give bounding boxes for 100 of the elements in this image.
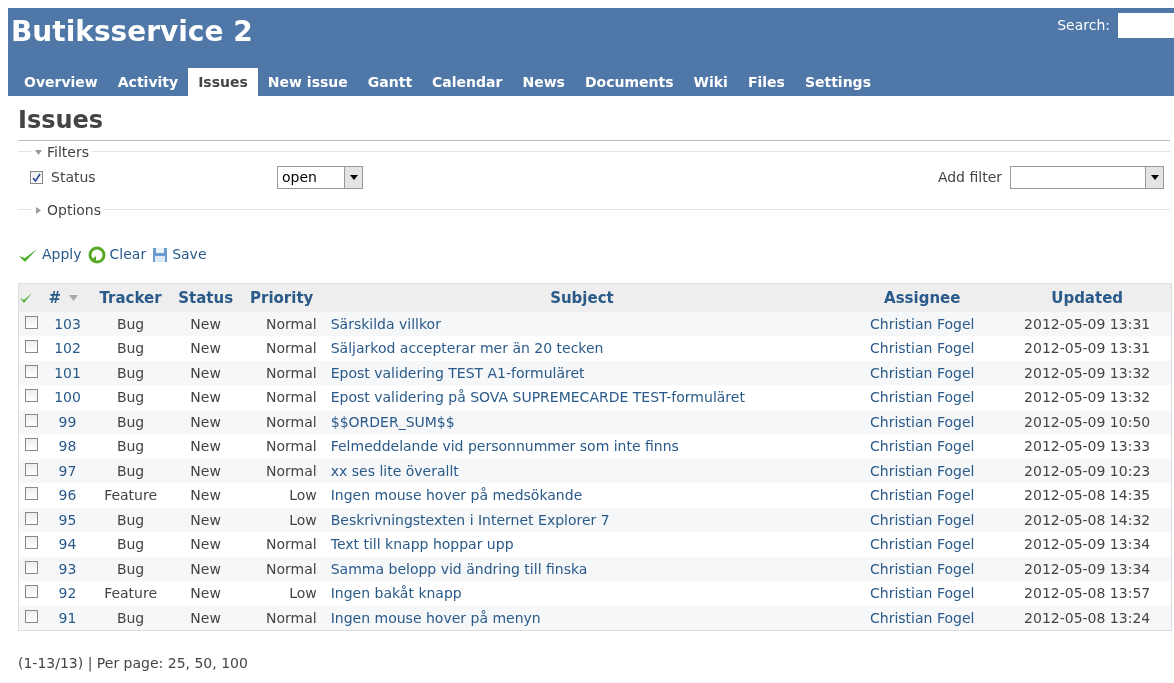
priority-cell: Low [289, 511, 317, 528]
issue-title-link[interactable]: xx ses lite överallt [330, 462, 459, 479]
checkbox[interactable] [25, 585, 39, 599]
timestamp-cell: 2012-05-09 13:31 [1024, 340, 1151, 357]
tracker-cell: Bug [116, 340, 145, 357]
checkbox[interactable] [25, 315, 39, 329]
column-header-link[interactable]: Status [178, 286, 234, 310]
issue-title-link[interactable]: Felmeddelande vid personnummer som inte finns [330, 438, 679, 455]
sort-arrow-icon[interactable] [69, 295, 79, 301]
user-name-link[interactable]: Christian Fogel [870, 364, 975, 381]
priority-cell: Low [289, 487, 317, 504]
checkbox[interactable] [25, 364, 39, 378]
tracker-cell: Bug [116, 413, 145, 430]
user-name-link[interactable]: Christian Fogel [870, 438, 975, 455]
user-name-link[interactable]: Christian Fogel [870, 340, 975, 357]
user-name-link[interactable]: Christian Fogel [870, 536, 975, 553]
issue-id-link[interactable]: 100 [54, 389, 81, 406]
checkbox[interactable] [25, 340, 39, 354]
issue-title-link[interactable]: Säljarkod accepterar mer än 20 tecken [330, 340, 604, 357]
issue-id-link[interactable]: 101 [54, 364, 81, 381]
checkbox[interactable] [25, 462, 39, 476]
issue-title-link[interactable]: Särskilda villkor [330, 315, 441, 332]
user-name-link[interactable]: Christian Fogel [870, 585, 975, 602]
status-select[interactable]: open [277, 166, 363, 189]
check-all-icon[interactable] [19, 291, 33, 304]
checkbox[interactable] [25, 609, 39, 623]
column-header-link[interactable]: Updated [1051, 286, 1124, 310]
nav-tab[interactable]: Wiki [683, 68, 738, 96]
tracker-cell: Feature [104, 487, 158, 504]
checkbox[interactable] [25, 487, 39, 501]
nav-tab[interactable]: Gantt [357, 68, 423, 96]
nav-tab[interactable]: News [512, 68, 575, 96]
nav-tab[interactable]: Activity [107, 68, 189, 96]
action-link[interactable]: Save [172, 244, 207, 265]
column-header-link[interactable]: Subject [550, 286, 614, 310]
checkbox[interactable] [30, 171, 43, 184]
column-header-link[interactable]: Tracker [99, 286, 162, 310]
issue-id-link[interactable]: 92 [58, 585, 77, 602]
issue-title-link[interactable]: $$ORDER_SUM$$ [330, 413, 455, 430]
issue-title-link[interactable]: Ingen mouse hover på menyn [330, 609, 541, 626]
issue-id-link[interactable]: 97 [58, 462, 77, 479]
nav-tab[interactable]: New issue [257, 68, 358, 96]
status-cell: New [190, 364, 221, 381]
issue-title-link[interactable]: Ingen bakåt knapp [330, 585, 462, 602]
issue-id-link[interactable]: 95 [58, 511, 77, 528]
nav-tab[interactable]: Documents [574, 68, 684, 96]
column-header-link[interactable]: Priority [250, 286, 314, 310]
issue-title-link[interactable]: Epost validering på SOVA SUPREMECARDE TEST-formuläret [330, 389, 745, 406]
status-cell: New [190, 560, 221, 577]
checkbox[interactable] [25, 511, 39, 525]
issue-id-link[interactable]: 99 [58, 413, 77, 430]
collapse-arrow-icon[interactable] [34, 148, 43, 157]
checkbox[interactable] [25, 413, 39, 427]
action-link[interactable]: Apply [42, 244, 82, 265]
issue-title-link[interactable]: Beskrivningstexten i Internet Explorer 7 [330, 511, 610, 528]
options-legend[interactable]: Options [47, 200, 102, 221]
nav-tab[interactable]: Issues [188, 68, 258, 96]
timestamp-cell: 2012-05-09 13:32 [1024, 389, 1151, 406]
user-name-link[interactable]: Christian Fogel [870, 609, 975, 626]
issue-title-link[interactable]: Ingen mouse hover på medsökande [330, 487, 583, 504]
priority-cell: Normal [266, 438, 317, 455]
issue-title-link[interactable]: Epost validering TEST A1-formuläret [330, 364, 585, 381]
checkbox[interactable] [25, 389, 39, 403]
user-name-link[interactable]: Christian Fogel [870, 487, 975, 504]
add-filter-select[interactable] [1010, 166, 1164, 189]
user-name-link[interactable]: Christian Fogel [870, 560, 975, 577]
action-link[interactable]: Clear [109, 244, 147, 265]
checkbox[interactable] [25, 560, 39, 574]
dropdown-caret-icon [344, 167, 362, 188]
tracker-cell: Bug [116, 364, 145, 381]
checkbox[interactable] [25, 438, 39, 452]
issue-id-link[interactable]: 98 [58, 438, 77, 455]
priority-cell: Normal [266, 462, 317, 479]
search-field[interactable] [1118, 13, 1174, 38]
nav-tab[interactable]: Files [737, 68, 795, 96]
priority-cell: Normal [266, 609, 317, 626]
issue-title-link[interactable]: Samma belopp vid ändring till finska [330, 560, 588, 577]
user-name-link[interactable]: Christian Fogel [870, 511, 975, 528]
issue-id-link[interactable]: 91 [58, 609, 77, 626]
user-name-link[interactable]: Christian Fogel [870, 315, 975, 332]
issue-id-link[interactable]: 94 [58, 536, 77, 553]
nav-tab[interactable]: Overview [14, 68, 108, 96]
issue-id-link[interactable]: 103 [54, 315, 81, 332]
expand-arrow-icon[interactable] [34, 206, 43, 215]
dropdown-caret-icon [1145, 167, 1163, 188]
user-name-link[interactable]: Christian Fogel [870, 413, 975, 430]
column-header-link[interactable]: Assignee [884, 286, 961, 310]
filters-legend[interactable]: Filters [47, 142, 89, 163]
add-filter-label: Add filter [937, 168, 1002, 187]
issue-id-link[interactable]: 96 [58, 487, 77, 504]
nav-tab[interactable]: Calendar [422, 68, 513, 96]
column-header-link[interactable]: # [48, 286, 62, 310]
status-filter-label: Status [51, 168, 97, 187]
user-name-link[interactable]: Christian Fogel [870, 462, 975, 479]
issue-id-link[interactable]: 102 [54, 340, 81, 357]
issue-id-link[interactable]: 93 [58, 560, 77, 577]
checkbox[interactable] [25, 536, 39, 550]
user-name-link[interactable]: Christian Fogel [870, 389, 975, 406]
issue-title-link[interactable]: Text till knapp hoppar upp [330, 536, 514, 553]
nav-tab[interactable]: Settings [794, 68, 881, 96]
